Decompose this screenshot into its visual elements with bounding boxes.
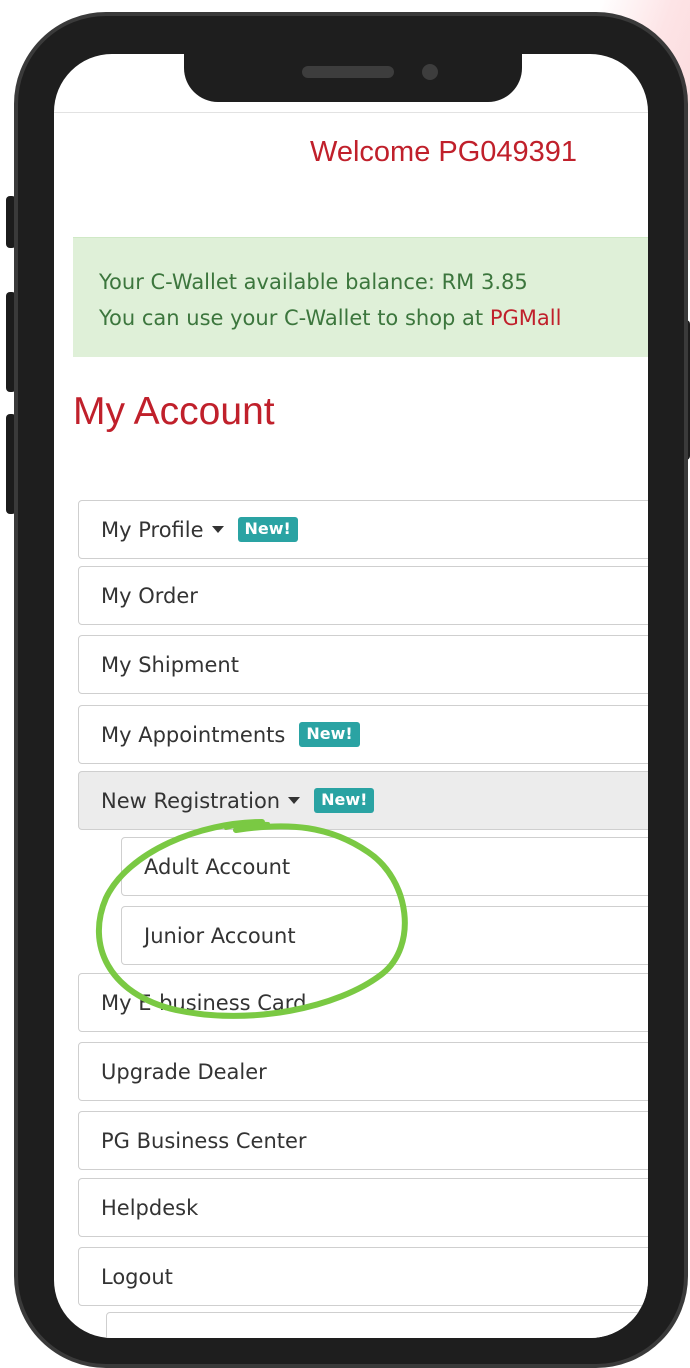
menu-item-my-order[interactable]: My Order bbox=[78, 566, 648, 625]
submenu-item-adult-account[interactable]: Adult Account bbox=[121, 837, 648, 896]
caret-down-icon bbox=[288, 797, 301, 804]
caret-down-icon bbox=[211, 526, 224, 533]
menu-item-upgrade-dealer[interactable]: Upgrade Dealer bbox=[78, 1042, 648, 1101]
new-badge: New! bbox=[299, 722, 360, 747]
menu-item-label: My Shipment bbox=[101, 652, 239, 677]
phone-screen: Welcome PG049391 Your C-Wallet available… bbox=[54, 54, 648, 1338]
menu-item-label: My Order bbox=[101, 583, 198, 608]
welcome-text: Welcome PG049391 bbox=[310, 136, 578, 168]
menu-item-label: Junior Account bbox=[144, 923, 296, 948]
wallet-shop-text: You can use your C-Wallet to shop at PGM… bbox=[99, 300, 648, 336]
menu-item-my-appointments[interactable]: My Appointments New! bbox=[78, 705, 648, 764]
submenu-item-junior-account[interactable]: Junior Account bbox=[121, 906, 648, 965]
menu-item-label: New Registration bbox=[101, 788, 281, 813]
menu-item-label: Logout bbox=[101, 1264, 173, 1289]
menu-item-helpdesk[interactable]: Helpdesk bbox=[78, 1178, 648, 1237]
menu-item-label: My E-business Card bbox=[101, 990, 307, 1015]
page-title: My Account bbox=[73, 390, 275, 433]
menu-item-label: Upgrade Dealer bbox=[101, 1059, 267, 1084]
menu-item-logout[interactable]: Logout bbox=[78, 1247, 648, 1306]
menu-item-label: My Appointments bbox=[101, 722, 286, 747]
menu-item-my-profile[interactable]: My Profile New! bbox=[78, 500, 648, 559]
menu-item-pg-business-center[interactable]: PG Business Center bbox=[78, 1111, 648, 1170]
pgmall-link[interactable]: PGMall bbox=[490, 306, 562, 330]
menu-item-my-ebusiness-card[interactable]: My E-business Card bbox=[78, 973, 648, 1032]
speaker-grille bbox=[302, 66, 394, 78]
phone-notch bbox=[184, 50, 522, 102]
header-divider bbox=[54, 112, 648, 113]
menu-item-my-shipment[interactable]: My Shipment bbox=[78, 635, 648, 694]
wallet-alert: Your C-Wallet available balance: RM 3.85… bbox=[73, 237, 648, 357]
partial-menu-item bbox=[106, 1312, 648, 1338]
wallet-balance-text: Your C-Wallet available balance: RM 3.85 bbox=[99, 270, 528, 294]
menu-item-label: PG Business Center bbox=[101, 1128, 307, 1153]
menu-item-label: Adult Account bbox=[144, 854, 291, 879]
wallet-shop-prefix: You can use your C-Wallet to shop at bbox=[99, 306, 490, 330]
menu-item-new-registration[interactable]: New Registration New! bbox=[78, 771, 648, 830]
menu-item-label: Helpdesk bbox=[101, 1195, 199, 1220]
new-badge: New! bbox=[237, 517, 298, 542]
new-badge: New! bbox=[314, 788, 375, 813]
front-camera bbox=[422, 64, 438, 80]
menu-item-label: My Profile bbox=[101, 517, 204, 542]
